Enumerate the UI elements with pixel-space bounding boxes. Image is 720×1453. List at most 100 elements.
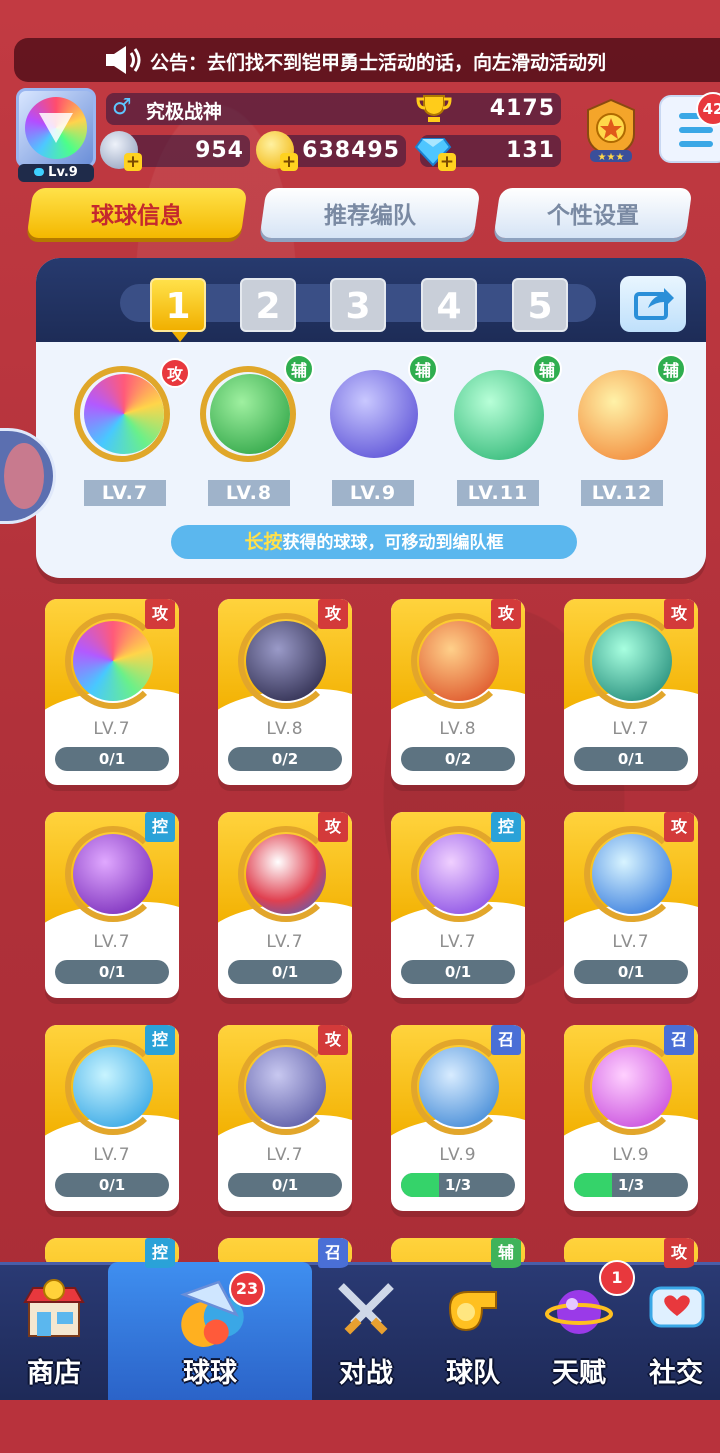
nav-social[interactable]: 社交 [632,1262,720,1400]
tab-personal-settings[interactable]: 个性设置 [493,188,693,238]
ball-card[interactable]: 攻 LV.7 0/1 [218,1025,352,1211]
team-slot-2[interactable]: 2 [240,278,296,332]
ball-icon [592,834,672,914]
card-level: LV.7 [93,932,131,952]
role-tag: 攻 [664,812,694,842]
battle-icon [338,1283,394,1335]
speaker-icon [106,46,141,74]
trophy-icon [416,95,452,122]
ball-card[interactable]: 攻 LV.8 0/2 [391,599,525,785]
card-progress-bar: 0/1 [574,747,688,771]
ball-icon [246,834,326,914]
add-currency1-icon[interactable]: + [124,153,142,171]
role-tag: 召 [491,1025,521,1055]
rank-medal-icon[interactable]: ★★★ [578,96,644,166]
ball-card[interactable]: 控 LV.7 0/1 [45,812,179,998]
ball-card[interactable]: 攻 LV.7 0/1 [218,812,352,998]
ball-card[interactable]: 召 LV.9 1/3 [564,1025,698,1211]
card-level: LV.7 [266,1145,304,1165]
card-progress-text: 1/3 [617,1176,645,1194]
team-slot-1[interactable]: 1 [150,278,206,342]
team-ball-4-level: LV.11 [457,480,539,506]
card-progress-text: 0/1 [444,963,472,981]
share-button[interactable] [620,276,686,332]
team-ball-2-level: LV.8 [208,480,290,506]
tab-ball-info[interactable]: 球球信息 [26,188,248,238]
diamond-bar[interactable]: + 131 [414,135,561,171]
ball-icon [246,1047,326,1127]
card-progress-text: 0/2 [444,750,472,768]
team-ball-2[interactable]: 辅 [200,354,314,462]
team-ball-1-level: LV.7 [84,480,166,506]
team-header: 1 2 3 4 5 [36,258,706,342]
card-level: LV.7 [612,719,650,739]
shop-icon [23,1279,85,1337]
ball-icon [592,1047,672,1127]
role-tag: 攻 [491,599,521,629]
ball-icon [73,834,153,914]
ball-icon [419,834,499,914]
team-ball-1[interactable]: 攻 [74,358,190,462]
card-progress-bar: 0/2 [401,747,515,771]
role-tag-support: 辅 [656,354,686,384]
card-progress-bar: 0/1 [574,960,688,984]
team-ball-3[interactable]: 辅 [326,354,438,462]
whistle-icon [448,1291,497,1332]
ball-card[interactable]: 召 LV.9 1/3 [391,1025,525,1211]
player-avatar[interactable] [16,88,96,168]
ball-card[interactable]: 攻 LV.7 0/1 [45,599,179,785]
talent-badge: 1 [599,1260,635,1296]
currency1-bar[interactable]: + 954 [100,131,250,171]
card-progress-text: 0/1 [271,1176,299,1194]
role-tag: 攻 [664,599,694,629]
card-level: LV.8 [266,719,304,739]
card-progress-text: 1/3 [444,1176,472,1194]
card-progress-text: 0/1 [617,750,645,768]
team-ball-5-level: LV.12 [581,480,663,506]
svg-text:★★★: ★★★ [598,152,625,163]
ball-card[interactable]: 攻 LV.8 0/2 [218,599,352,785]
team-ball-4[interactable]: 辅 [452,354,562,462]
card-level: LV.8 [439,719,477,739]
nav-battle[interactable]: 对战 [312,1262,420,1400]
role-tag: 攻 [145,599,175,629]
role-tag: 控 [145,1025,175,1055]
role-tag: 攻 [318,599,348,629]
card-level: LV.7 [93,719,131,739]
card-progress-bar: 1/3 [401,1173,515,1197]
ball-card[interactable]: 控 LV.7 0/1 [391,812,525,998]
card-progress-bar: 0/1 [401,960,515,984]
tab-recommended-team[interactable]: 推荐编队 [259,188,481,238]
card-progress-text: 0/1 [617,963,645,981]
role-tag: 辅 [491,1238,521,1268]
balls-badge: 23 [229,1271,265,1307]
team-ball-3-level: LV.9 [332,480,414,506]
player-level-badge: Lv.9 [18,164,94,182]
add-gold-icon[interactable]: + [280,153,298,171]
ball-card[interactable]: 控 LV.7 0/1 [45,1025,179,1211]
team-slot-3[interactable]: 3 [330,278,386,332]
card-progress-bar: 1/3 [574,1173,688,1197]
card-level: LV.7 [612,932,650,952]
nav-team[interactable]: 球队 [420,1262,526,1400]
role-tag: 召 [664,1025,694,1055]
male-icon: ♂ [112,95,132,120]
share-icon [634,288,674,320]
nav-balls[interactable]: 球球 [108,1262,312,1400]
card-progress-bar: 0/1 [55,747,169,771]
avatar-gem-icon [25,97,87,159]
team-slot-5[interactable]: 5 [512,278,568,332]
nav-shop[interactable]: 商店 [0,1262,108,1400]
ball-icon [73,1047,153,1127]
green-arrow-ball-icon [210,374,290,454]
role-tag: 控 [145,812,175,842]
ball-card[interactable]: 攻 LV.7 0/1 [564,812,698,998]
role-tag: 攻 [664,1238,694,1268]
team-ball-5[interactable]: 辅 [576,354,686,462]
gold-bar[interactable]: + 638495 [256,131,406,171]
team-slot-4[interactable]: 4 [421,278,477,332]
pumpkin-ball-icon [578,370,668,460]
ball-card[interactable]: 攻 LV.7 0/1 [564,599,698,785]
player-name: 究极战神 [146,101,223,123]
add-diamond-icon[interactable]: + [438,153,456,171]
